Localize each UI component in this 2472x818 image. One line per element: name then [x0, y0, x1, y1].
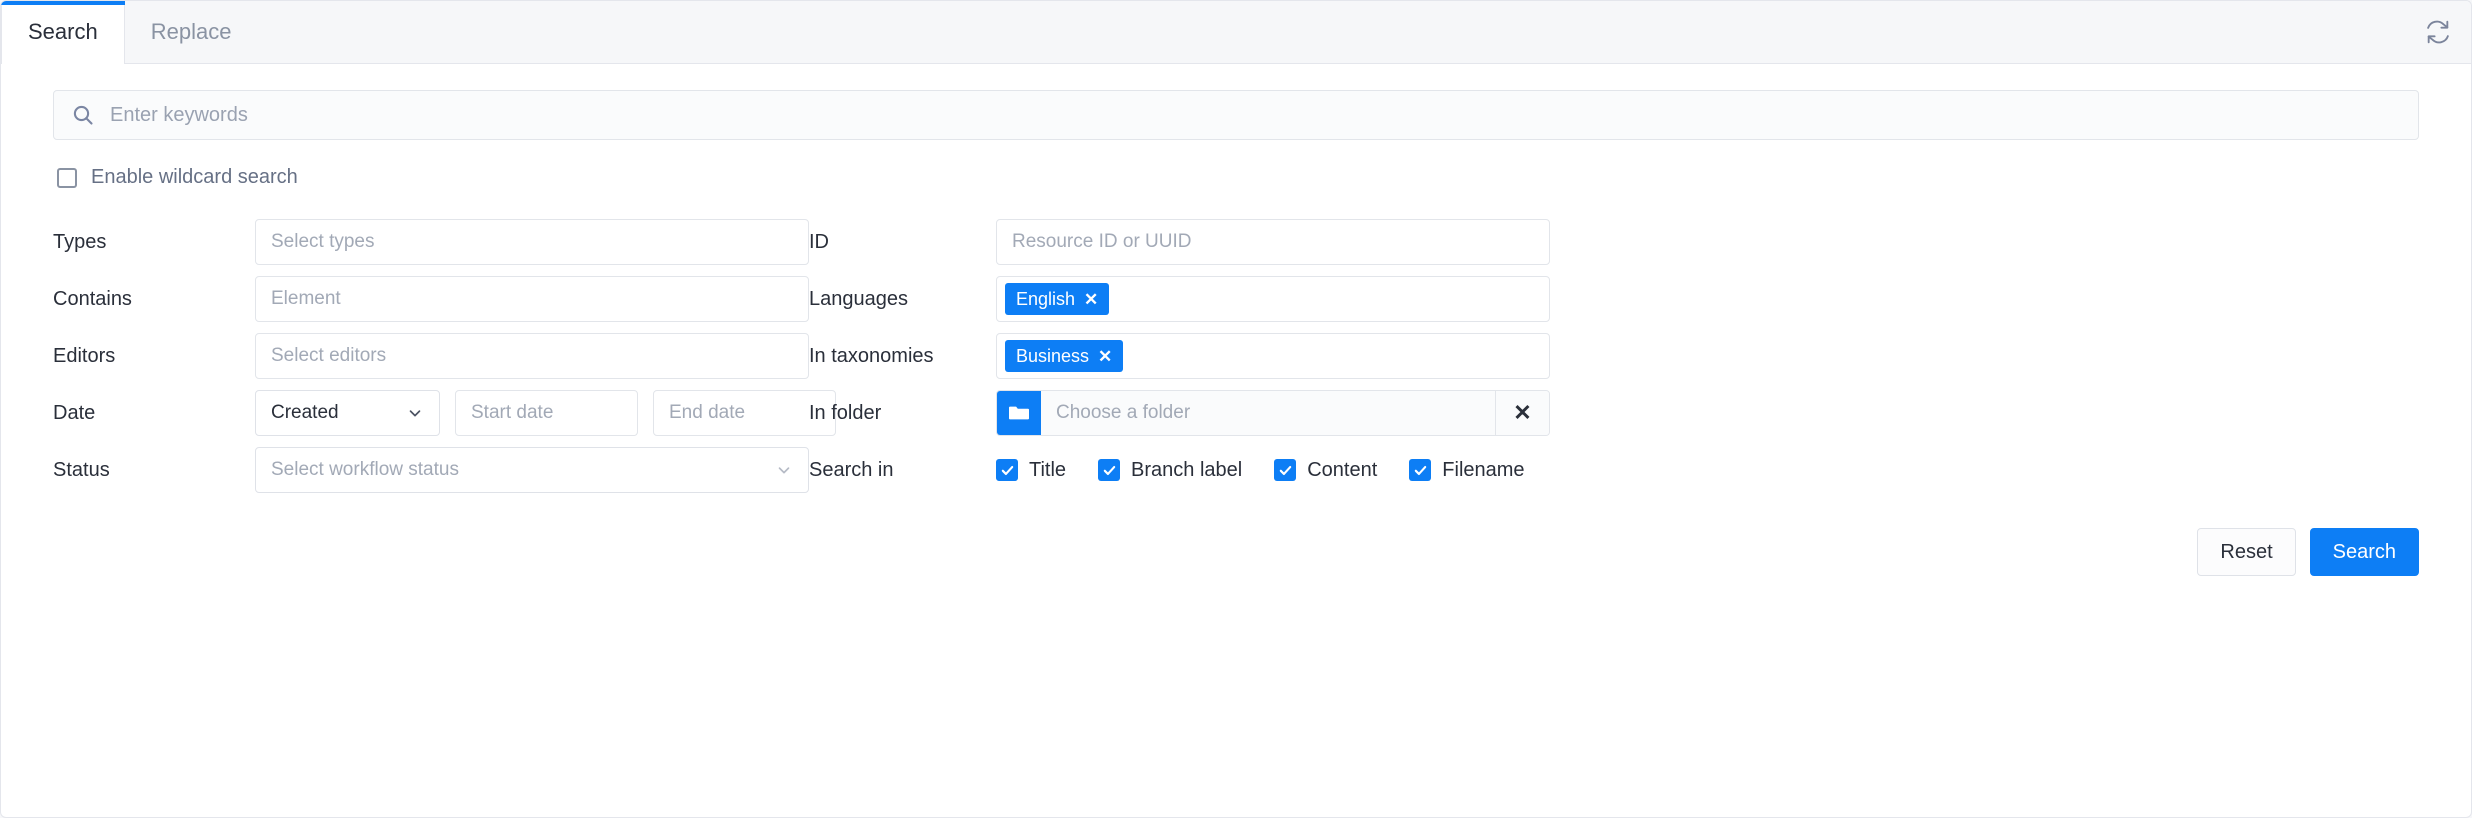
editors-input[interactable] [255, 333, 809, 379]
chevron-down-icon [409, 410, 421, 417]
languages-tag-input[interactable]: English ✕ [996, 276, 1550, 322]
tab-bar: Search Replace [1, 1, 2471, 64]
close-icon: ✕ [1513, 400, 1532, 425]
language-tag-label: English [1016, 288, 1076, 309]
checkbox-checked[interactable] [1098, 459, 1121, 481]
status-label: Status [53, 458, 110, 481]
search-in-content-label: Content [1307, 458, 1378, 481]
search-in-title-label: Title [1029, 458, 1067, 481]
contains-input[interactable] [255, 276, 809, 322]
keyword-search-wrapper [53, 90, 2419, 140]
clear-folder-button[interactable]: ✕ [1495, 391, 1549, 435]
search-button[interactable]: Search [2309, 528, 2419, 576]
browse-folder-button[interactable] [997, 391, 1041, 435]
wildcard-label: Enable wildcard search [91, 166, 298, 188]
id-label: ID [809, 230, 829, 253]
search-in-content[interactable]: Content [1274, 459, 1377, 482]
taxonomies-field: Business ✕ [996, 333, 1550, 379]
date-label: Date [53, 401, 96, 424]
search-in-label: Search in [809, 458, 894, 481]
taxonomies-label: In taxonomies [809, 344, 934, 367]
tab-replace-label: Replace [150, 19, 232, 44]
editors-field [255, 333, 809, 379]
date-field: Created [255, 390, 836, 436]
search-in-options: Title Branch label Content Filename [996, 447, 1550, 493]
folder-input[interactable] [1041, 391, 1495, 435]
advanced-search-panel: Search Replace Enable wil [0, 0, 2472, 818]
id-field [996, 219, 1550, 265]
checkbox-checked[interactable] [1274, 459, 1297, 481]
check-icon [1103, 465, 1115, 475]
remove-taxonomy-tag-icon[interactable]: ✕ [1098, 348, 1112, 365]
checkbox-checked[interactable] [1409, 459, 1432, 481]
date-controls: Created [255, 390, 836, 436]
search-in-filename[interactable]: Filename [1409, 458, 1525, 482]
check-icon [1001, 465, 1013, 475]
contains-field [255, 276, 809, 322]
check-icon [1414, 465, 1427, 475]
taxonomy-tag-label: Business [1016, 345, 1090, 366]
wildcard-checkbox[interactable] [57, 167, 77, 188]
wildcard-search-row: Enable wildcard search [53, 166, 2419, 189]
start-date-input[interactable] [455, 390, 638, 436]
date-type-select[interactable]: Created [255, 390, 440, 436]
tab-bar-spacer [258, 1, 2405, 63]
status-select-value: Select workflow status [271, 459, 459, 480]
contains-label: Contains [53, 287, 132, 310]
folder-field: ✕ [996, 390, 1550, 436]
form-actions: Reset Search [53, 528, 2419, 576]
checkbox-checked[interactable] [996, 459, 1018, 481]
refresh-button[interactable] [2405, 1, 2471, 63]
types-label: Types [53, 230, 107, 253]
languages-label: Languages [809, 287, 908, 310]
date-type-value: Created [271, 402, 339, 423]
folder-icon [1009, 406, 1029, 420]
taxonomy-tag[interactable]: Business ✕ [1005, 340, 1124, 372]
taxonomies-tag-input[interactable]: Business ✕ [996, 333, 1550, 379]
editors-label: Editors [53, 344, 116, 367]
tab-replace[interactable]: Replace [125, 1, 259, 63]
refresh-icon [2427, 20, 2449, 44]
search-in-branch-label[interactable]: Branch label [1098, 459, 1242, 482]
tab-search-label: Search [28, 19, 98, 44]
chevron-down-icon [778, 467, 790, 474]
search-button-label: Search [2332, 540, 2396, 563]
language-tag[interactable]: English ✕ [1005, 283, 1110, 315]
status-select[interactable]: Select workflow status [255, 447, 809, 493]
status-field: Select workflow status [255, 447, 809, 493]
folder-label: In folder [809, 401, 882, 424]
field-grid: Types ID Contains Languages English ✕ [53, 219, 2419, 504]
reset-button-label: Reset [2220, 540, 2273, 563]
id-input[interactable] [996, 219, 1550, 265]
search-in-branch-label-label: Branch label [1131, 458, 1243, 481]
folder-picker: ✕ [996, 390, 1550, 436]
types-field [255, 219, 809, 265]
search-in-title[interactable]: Title [996, 459, 1066, 482]
tab-search[interactable]: Search [1, 1, 125, 64]
search-in-filename-label: Filename [1442, 458, 1525, 481]
check-icon [1279, 465, 1291, 475]
remove-language-tag-icon[interactable]: ✕ [1084, 291, 1098, 308]
search-input[interactable] [53, 90, 2419, 140]
languages-field: English ✕ [996, 276, 1550, 322]
reset-button[interactable]: Reset [2197, 528, 2296, 576]
search-form: Enable wildcard search Types ID Contains… [1, 64, 2471, 576]
types-input[interactable] [255, 219, 809, 265]
